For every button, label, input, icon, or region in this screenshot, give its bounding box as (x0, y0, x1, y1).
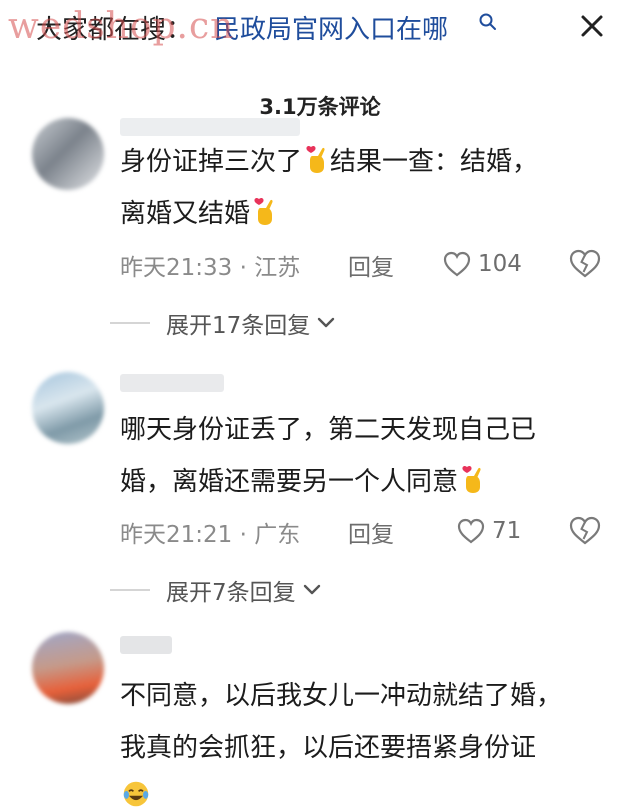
divider (110, 589, 150, 591)
comment-item: 不同意，以后我女儿一冲动就结了婚， 我真的会抓狂，以后还要捂紧身份证 (0, 628, 640, 807)
username-blurred[interactable] (120, 374, 224, 392)
comment-text-line: 离婚又结婚 (120, 199, 251, 229)
comment-text-line: 身份证掉三次了 (120, 147, 303, 177)
comment-text-line: 结果一查：结婚， (330, 147, 539, 177)
expand-replies-label: 展开7条回复 (166, 580, 296, 606)
search-prefix-label: 大家都在搜： (36, 15, 193, 45)
comment-count-title: 3.1万条评论 (259, 95, 381, 119)
like-button[interactable]: 71 (456, 515, 521, 547)
divider (110, 322, 150, 324)
comment-text-line: 婚，离婚还需要另一个人同意 (120, 467, 459, 497)
username-blurred[interactable] (120, 118, 300, 136)
chevron-down-icon (303, 584, 320, 595)
comment-text-line: 不同意，以后我女儿一冲动就结了婚， (120, 681, 563, 711)
avatar[interactable] (32, 632, 104, 704)
comment-text: 不同意，以后我女儿一冲动就结了婚， 我真的会抓狂，以后还要捂紧身份证 (120, 670, 620, 774)
avatar[interactable] (32, 118, 104, 190)
broken-heart-icon[interactable] (568, 515, 602, 547)
comment-text: 哪天身份证丢了，第二天发现自己已 婚，离婚还需要另一个人同意 (120, 404, 620, 508)
comment-text-line: 哪天身份证丢了，第二天发现自己已 (120, 415, 537, 445)
close-icon[interactable] (576, 10, 608, 42)
broken-heart-icon[interactable] (568, 248, 602, 280)
comment-time-location: 昨天21:33 · 江苏 (120, 255, 301, 281)
reply-button[interactable]: 回复 (348, 248, 394, 282)
chevron-down-icon (318, 317, 335, 328)
finger-heart-emoji-icon (306, 145, 325, 173)
expand-replies-label: 展开17条回复 (166, 313, 311, 339)
comment-text-line: 我真的会抓狂，以后还要捂紧身份证 (120, 733, 537, 763)
expand-replies-button[interactable]: 展开17条回复 (110, 306, 336, 340)
avatar[interactable] (32, 372, 104, 444)
like-button[interactable]: 104 (442, 248, 522, 280)
heart-outline-icon (457, 518, 485, 544)
like-count: 104 (478, 251, 522, 277)
comments-page: 大家都在搜： 民政局官网入口在哪 wedshop.cn 3.1万条评论 身份证掉… (0, 0, 640, 807)
comment-time-location: 昨天21:21 · 广东 (120, 522, 301, 548)
comment-item: 哪天身份证丢了，第二天发现自己已 婚，离婚还需要另一个人同意 昨天21:21 ·… (0, 368, 640, 608)
expand-replies-button[interactable]: 展开7条回复 (110, 573, 322, 607)
username-blurred[interactable] (120, 636, 172, 654)
search-query-link[interactable]: 民政局官网入口在哪 (214, 9, 448, 46)
finger-heart-emoji-icon (254, 197, 273, 225)
heart-outline-icon (443, 251, 471, 277)
comment-text: 身份证掉三次了 结果一查：结婚， 离婚又结婚 (120, 136, 620, 240)
laughing-tears-emoji-icon (123, 781, 149, 807)
search-icon[interactable] (478, 12, 498, 32)
finger-heart-emoji-icon (462, 465, 481, 493)
reply-button[interactable]: 回复 (348, 515, 394, 549)
comment-item: 身份证掉三次了 结果一查：结婚， 离婚又结婚 昨天21:33 · 江苏 回复 1… (0, 118, 640, 348)
search-suggestion-bar[interactable]: 大家都在搜： 民政局官网入口在哪 wedshop.cn (0, 0, 640, 58)
like-count: 71 (492, 518, 522, 544)
